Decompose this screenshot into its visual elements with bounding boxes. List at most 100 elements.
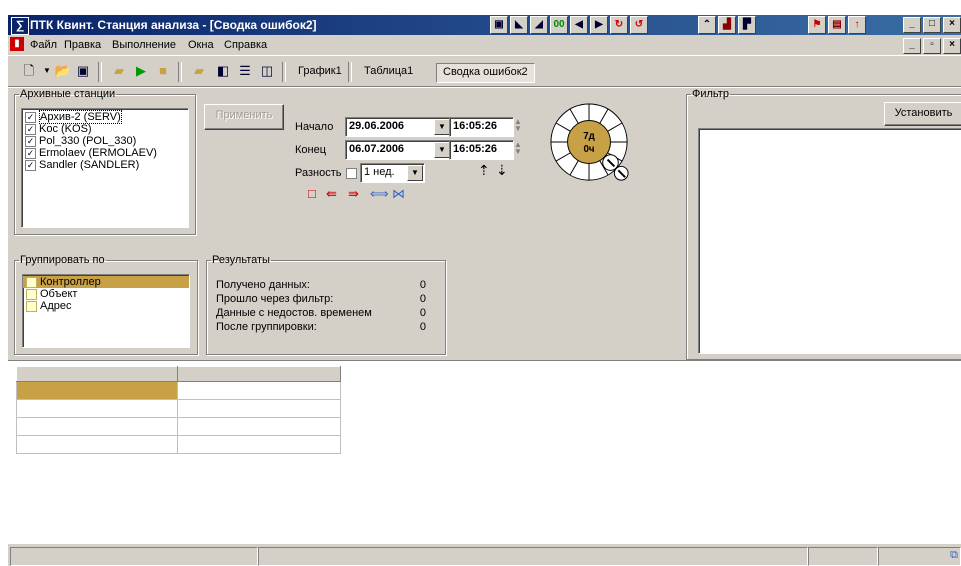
toolbar: 🗋 ▼ 📂 ▣ ▰ ▶ ■ ▰ ◧ ☰ ◫ График1 Таблица1 С… [8,55,961,87]
chevron-down-icon[interactable]: ▼ [434,142,450,158]
start-time-spinner-icon[interactable]: ▲ ▼ [511,118,525,134]
group-by-list[interactable]: Контроллер Объект Адрес [22,274,190,348]
list-item[interactable]: Объект [23,288,189,300]
expand-up-icon[interactable]: ⇡ [478,162,490,179]
table-cell[interactable] [177,399,341,418]
checkbox-checked-icon[interactable]: ✓ [25,111,36,123]
checkbox-checked-icon[interactable]: ✓ [25,123,36,135]
minimize-icon[interactable]: _ [903,17,921,33]
menu-windows[interactable]: Окна [188,39,214,51]
table-cell[interactable] [177,417,341,436]
maximize-icon[interactable]: □ [923,17,941,33]
station-icon[interactable]: ▰ [110,63,128,79]
menu-run[interactable]: Выполнение [112,39,176,51]
list-item[interactable]: ✓ Koc (KOS) [22,123,188,135]
column-header[interactable] [177,366,341,382]
table-cell[interactable] [177,381,341,400]
column-header[interactable] [16,366,178,382]
table-cell[interactable] [16,381,178,400]
table-cell[interactable] [177,435,341,454]
expand-down-icon[interactable]: ⇣ [496,162,508,179]
checkbox-icon[interactable] [26,276,37,288]
chevron-down-icon[interactable]: ▼ [434,119,450,135]
arrow-icon[interactable]: ◢ [530,16,548,34]
list-item[interactable]: ✓ Sandler (SANDLER) [22,159,188,171]
filter-text-area[interactable] [698,128,961,354]
result-row: Данные с недостов. временем 0 [216,306,426,320]
table-row[interactable] [16,399,341,418]
document-icon[interactable]: ▮ [10,37,24,51]
refresh-icon[interactable]: ↻ [610,16,628,34]
arrow-icon[interactable]: ◣ [510,16,528,34]
end-date-field[interactable]: 06.07.2006 ▼ [345,140,452,160]
collapse-range-icon[interactable]: ⋈ [392,186,405,202]
arrow-left-icon[interactable]: ◀ [570,16,588,34]
chevron-down-icon[interactable]: ▼ [407,165,423,181]
menu-bar: ▮ Файл Правка Выполнение Окна Справка _ … [8,35,961,55]
table-row[interactable] [16,381,341,400]
eraser-icon[interactable]: ▰ [190,63,208,79]
windows-horizontal-icon[interactable]: ☰ [236,63,254,79]
list-item[interactable]: Адрес [23,300,189,312]
table-cell[interactable] [16,435,178,454]
windows-vertical-icon[interactable]: ◫ [258,63,276,79]
difference-checkbox[interactable] [346,168,357,179]
station-icon[interactable]: ▣ [490,16,508,34]
open-folder-icon[interactable]: 📂 [54,63,72,79]
status-pane [258,547,808,566]
table-row[interactable] [16,435,341,454]
restore-icon[interactable]: ▫ [923,38,941,54]
save-icon[interactable]: ▣ [74,63,92,79]
refresh-icon[interactable]: ↺ [630,16,648,34]
new-document-icon[interactable]: 🗋 [20,63,38,79]
checkbox-checked-icon[interactable]: ✓ [25,147,36,159]
expand-range-icon[interactable]: ⟺ [370,186,389,202]
arrow-right-icon[interactable]: ▶ [590,16,608,34]
difference-select[interactable]: 1 нед. ▼ [360,163,425,183]
flag-icon[interactable]: ⚑ [808,16,826,34]
minimize-icon[interactable]: _ [903,38,921,54]
graph-icon[interactable]: ▟ [718,16,736,34]
table-cell[interactable] [16,399,178,418]
table-row[interactable] [16,417,341,436]
tab-table1[interactable]: Таблица1 [358,63,419,81]
end-time-field[interactable]: 16:05:26 [449,140,514,160]
counter-icon[interactable]: 00 [550,16,568,34]
up-icon[interactable]: ↑ [848,16,866,34]
checkbox-icon[interactable] [26,288,37,300]
set-filter-button[interactable]: Установить [884,102,961,126]
menu-file[interactable]: Файл [30,39,57,51]
square-icon[interactable]: □ [308,186,316,201]
windows-cascade-icon[interactable]: ◧ [214,63,232,79]
list-item[interactable]: ✓ Pol_330 (POL_330) [22,135,188,147]
apply-button[interactable]: Применить [204,104,284,130]
menu-edit[interactable]: Правка [64,39,101,51]
archive-stations-list[interactable]: ✓ Архив-2 (SERV) ✓ Koc (KOS) ✓ Pol_330 (POL… [21,108,189,228]
menu-help[interactable]: Справка [224,39,267,51]
list-item[interactable]: ✓ Архив-2 (SERV) [22,110,188,124]
list-item[interactable]: Контроллер [23,276,189,288]
play-icon[interactable]: ▶ [132,63,150,79]
shift-left-icon[interactable]: ⇚ [326,186,337,202]
tab-graph1[interactable]: График1 [292,63,348,81]
start-time-field[interactable]: 16:05:26 [449,117,514,137]
close-icon[interactable]: × [943,17,961,33]
list-item[interactable]: ✓ Ermolaev (ERMOLAEV) [22,147,188,159]
chart-icon[interactable]: ⌃ [698,16,716,34]
results-table[interactable] [16,366,341,454]
close-icon[interactable]: × [943,38,961,54]
result-label: Прошло через фильтр: [216,293,334,305]
checkbox-checked-icon[interactable]: ✓ [25,159,36,171]
tab-error-summary2[interactable]: Сводка ошибок2 [436,63,535,83]
time-dial[interactable]: 7д 0ч [549,102,631,184]
stop-icon[interactable]: ■ [154,63,172,79]
shift-right-icon[interactable]: ⇛ [348,186,359,202]
graph-icon[interactable]: ▛ [738,16,756,34]
checkbox-icon[interactable] [26,300,37,312]
station-label: Sandler (SANDLER) [39,159,140,171]
end-time-spinner-icon[interactable]: ▲ ▼ [511,141,525,157]
checkbox-checked-icon[interactable]: ✓ [25,135,36,147]
table-cell[interactable] [16,417,178,436]
table-icon[interactable]: ▤ [828,16,846,34]
start-date-field[interactable]: 29.06.2006 ▼ [345,117,452,137]
